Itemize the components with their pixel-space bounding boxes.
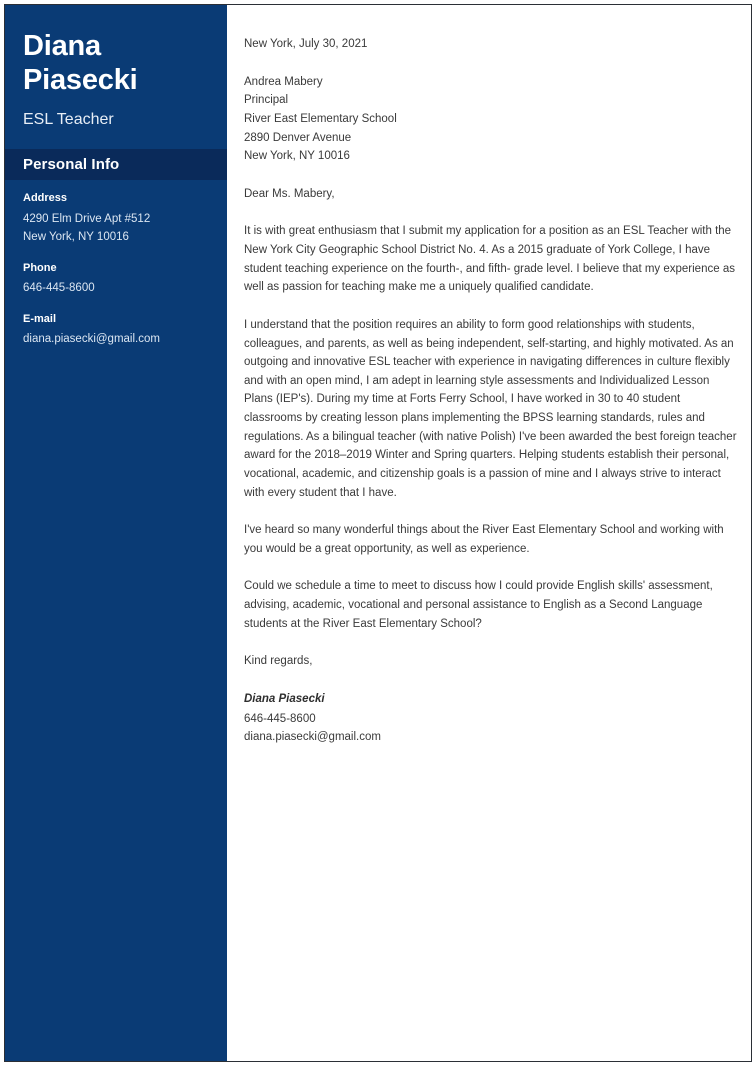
candidate-first-name: Diana [23,30,101,62]
info-value-email[interactable]: diana.piasecki@gmail.com [23,330,209,349]
letter-paragraph-2: I understand that the position requires … [244,318,737,499]
sidebar-header: Diana Piasecki ESL Teacher [5,5,227,130]
recipient-organization: River East Elementary School [244,112,397,125]
recipient-role: Principal [244,94,289,107]
recipient-name: Andrea Mabery [244,75,323,88]
info-label-address: Address [23,192,68,204]
cover-letter-page: Diana Piasecki ESL Teacher Personal Info… [0,0,756,1066]
letter-paragraph-1: It is with great enthusiasm that I submi… [244,225,735,294]
info-value-phone[interactable]: 646-445-8600 [23,279,209,298]
letter-paragraph-4: Could we schedule a time to meet to disc… [244,580,713,630]
letter-body: New York, July 30, 2021 Andrea Mabery Pr… [227,5,751,1061]
letter-paragraph-3: I've heard so many wonderful things abou… [244,524,724,555]
personal-info-section-header: Personal Info [5,149,227,180]
sidebar: Diana Piasecki ESL Teacher Personal Info… [5,5,227,1061]
letter-closing: Kind regards, [244,655,313,668]
candidate-last-name: Piasecki [23,64,138,97]
personal-info-list: Address 4290 Elm Drive Apt #512 New York… [5,190,227,362]
signature-email[interactable]: diana.piasecki@gmail.com [244,728,737,747]
recipient-block: Andrea Mabery Principal River East Eleme… [244,73,737,166]
candidate-job-title: ESL Teacher [23,111,114,129]
info-label-phone: Phone [23,261,57,274]
signature-block: Diana Piasecki 646-445-8600 diana.piasec… [244,690,737,747]
letter-date: New York, July 30, 2021 [244,38,368,50]
info-value-address-line2: New York, NY 10016 [23,231,129,244]
signature-phone[interactable]: 646-445-8600 [244,710,737,729]
letter-salutation: Dear Ms. Mabery, [244,187,335,200]
info-group-address: Address 4290 Elm Drive Apt #512 New York… [23,190,209,247]
signature-name: Diana Piasecki [244,692,325,705]
recipient-street: 2890 Denver Avenue [244,131,352,144]
document-body: Diana Piasecki ESL Teacher Personal Info… [5,5,751,1061]
info-label-email: E-mail [23,312,57,325]
candidate-name: Diana Piasecki [23,29,209,99]
info-group-email: E-mail diana.piasecki@gmail.com [23,311,209,349]
recipient-city-state-zip: New York, NY 10016 [244,150,350,163]
info-group-phone: Phone 646-445-8600 [23,260,209,298]
personal-info-section-title: Personal Info [23,156,120,173]
letter-content: New York, July 30, 2021 Andrea Mabery Pr… [244,35,737,747]
info-value-address-line1: 4290 Elm Drive Apt #512 [23,212,151,225]
